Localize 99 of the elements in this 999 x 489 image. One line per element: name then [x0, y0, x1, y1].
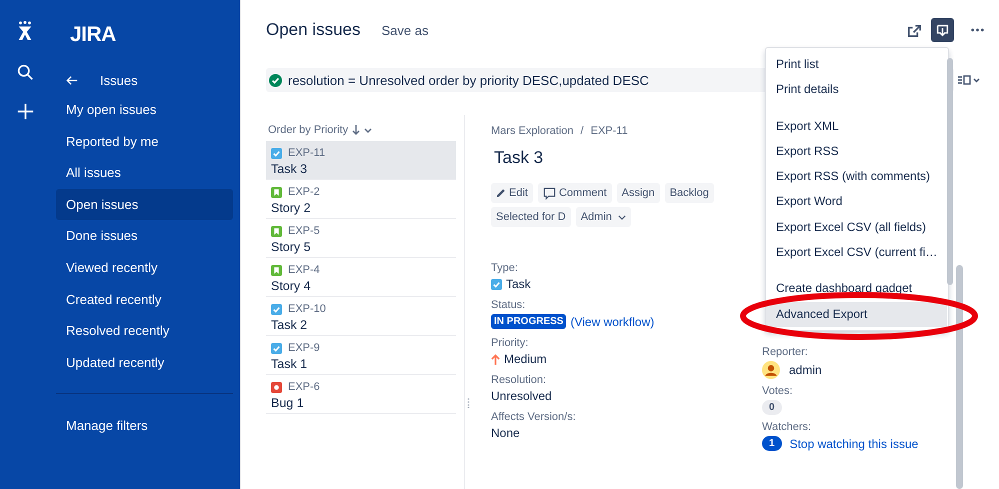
field-value: Medium	[504, 352, 547, 366]
save-as-link[interactable]: Save as	[382, 22, 428, 38]
workflow-button[interactable]: Selected for D	[491, 207, 571, 227]
breadcrumb-link[interactable]: EXP-11	[590, 125, 628, 137]
issue-list-item[interactable]: EXP-10 Task 2	[266, 297, 456, 336]
page-title: Open issues	[266, 20, 360, 40]
task-type-icon	[271, 342, 282, 354]
layout-switcher-icon[interactable]	[958, 75, 980, 85]
export-icon	[936, 24, 949, 36]
issue-summary: Story 2	[271, 201, 312, 215]
issue-key: EXP-11	[288, 147, 326, 159]
field-label: Watchers:	[762, 421, 812, 433]
issue-list-item[interactable]: EXP-5 Story 5	[266, 219, 456, 258]
issue-key: EXP-5	[288, 225, 320, 237]
comment-icon	[542, 186, 556, 200]
plus-icon[interactable]	[16, 103, 34, 120]
issue-list-item[interactable]: EXP-2 Story 2	[266, 180, 456, 219]
nav-item[interactable]: Created recently	[56, 284, 233, 316]
field-label: Status:	[491, 299, 526, 311]
breadcrumb-link[interactable]: Mars Exploration	[491, 125, 574, 137]
caret-icon	[618, 214, 626, 220]
field-label: Resolution:	[491, 374, 548, 386]
field-label: Reporter:	[762, 346, 809, 358]
edit-button[interactable]: Edit	[491, 183, 533, 203]
issue-summary: Task 3	[271, 162, 308, 176]
sort-arrow-icon	[352, 125, 372, 135]
task-type-icon	[491, 278, 502, 290]
issue-list-item[interactable]: EXP-11 Task 3	[266, 141, 456, 180]
task-type-icon	[271, 148, 282, 158]
jql-query-text: resolution = Unresolved order by priority DESC,updated DESC	[288, 72, 649, 88]
issue-summary: Task 2	[271, 318, 308, 332]
issue-key: EXP-2	[288, 186, 320, 198]
sort-dropdown[interactable]: Order by Priority	[268, 124, 372, 136]
resize-handle-icon[interactable]	[467, 398, 470, 408]
atlassian-logo-icon[interactable]	[16, 20, 34, 42]
issue-list-item[interactable]: EXP-4 Story 4	[266, 258, 456, 297]
issue-list-item[interactable]: EXP-9 Task 1	[266, 336, 456, 375]
nav-item[interactable]: Updated recently	[56, 346, 233, 378]
field-label: Type:	[491, 262, 519, 274]
story-type-icon	[271, 226, 282, 236]
watcher-count[interactable]: 1	[762, 436, 782, 451]
check-circle-icon	[269, 74, 282, 86]
export-button[interactable]	[931, 18, 954, 42]
issue-summary: Bug 1	[271, 396, 305, 410]
workflow-button[interactable]: Backlog	[664, 183, 714, 203]
story-type-icon	[271, 186, 282, 198]
menu-item[interactable]: Export XML	[766, 114, 948, 139]
menu-item[interactable]: Export RSS	[766, 138, 948, 164]
field-value: Task	[506, 277, 531, 291]
issue-summary: Story 5	[271, 240, 312, 254]
jira-logo[interactable]: JIRA	[56, 23, 116, 51]
menu-item[interactable]: Export Excel CSV (current fi…	[766, 240, 948, 266]
story-type-icon	[271, 264, 282, 276]
issue-key: EXP-6	[288, 381, 320, 393]
issue-summary: Task 1	[271, 357, 308, 371]
menu-item[interactable]: Advanced Export	[766, 302, 948, 327]
nav-item[interactable]: My open issues	[56, 94, 233, 126]
field-label: Affects Version/s:	[491, 411, 577, 423]
issue-key: EXP-10	[288, 303, 326, 315]
more-icon[interactable]	[971, 28, 984, 32]
vote-count: 0	[762, 400, 782, 415]
nav-item[interactable]: Open issues	[56, 188, 233, 220]
issue-key: EXP-9	[288, 342, 320, 354]
bug-type-icon	[271, 382, 282, 392]
issue-key: EXP-4	[288, 264, 320, 276]
nav-item[interactable]: Viewed recently	[56, 252, 233, 284]
admin-dropdown[interactable]: Admin	[576, 207, 631, 227]
workflow-button[interactable]: Assign	[616, 183, 660, 203]
breadcrumb-separator: /	[580, 125, 584, 137]
field-value: Unresolved	[491, 389, 552, 403]
nav-item[interactable]: Manage filters	[56, 410, 233, 442]
nav-item[interactable]: Resolved recently	[56, 315, 233, 347]
share-icon[interactable]	[907, 22, 922, 38]
issue-summary: Story 4	[271, 279, 312, 293]
back-arrow-icon[interactable]	[66, 75, 78, 86]
field-value: None	[491, 426, 520, 440]
comment-button[interactable]: Comment	[538, 183, 612, 203]
issue-title: Task 3	[494, 148, 544, 168]
field-label: Votes:	[762, 385, 794, 397]
menu-item[interactable]: Export Excel CSV (all fields)	[766, 214, 948, 240]
nav-item[interactable]: All issues	[56, 157, 233, 189]
view-workflow-link[interactable]: (View workflow)	[570, 314, 654, 328]
avatar-icon	[762, 361, 780, 379]
task-type-icon	[271, 304, 282, 314]
scrollbar[interactable]	[956, 265, 963, 489]
field-value: admin	[789, 363, 822, 377]
search-icon[interactable]	[16, 64, 34, 81]
scrollbar[interactable]	[947, 58, 954, 285]
menu-item[interactable]: Export RSS (with comments)	[766, 164, 948, 190]
issue-list-item[interactable]: EXP-6 Bug 1	[266, 375, 456, 414]
nav-item[interactable]: Reported by me	[56, 126, 233, 158]
status-lozenge: IN PROGRESS	[491, 314, 566, 329]
pencil-icon	[496, 188, 506, 198]
nav-item[interactable]: Done issues	[56, 220, 233, 252]
field-label: Priority:	[491, 337, 530, 349]
menu-item[interactable]: Export Word	[766, 189, 948, 215]
up-arrow-icon	[491, 354, 500, 364]
nav-section-title: Issues	[100, 73, 138, 88]
stop-watching-link[interactable]: Stop watching this issue	[790, 436, 918, 450]
